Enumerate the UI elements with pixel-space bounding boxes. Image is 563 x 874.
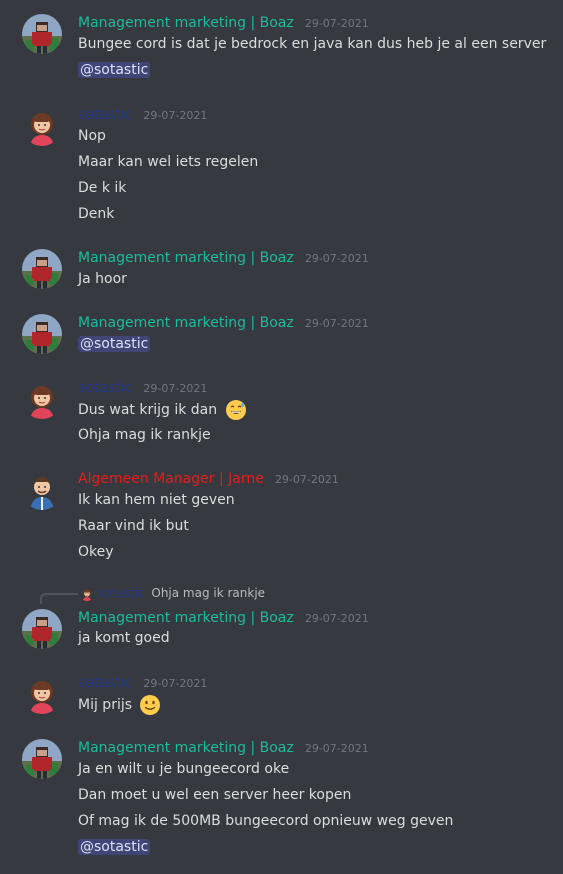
- reply-spine: [40, 593, 78, 604]
- avatar[interactable]: [22, 609, 62, 649]
- user-mention[interactable]: @sotastic: [78, 62, 151, 78]
- reply-preview[interactable]: sotastic Ohja mag ik rankje: [80, 585, 265, 601]
- username[interactable]: sotastic: [78, 380, 132, 396]
- avatar-image: [22, 106, 62, 146]
- chat-messages: Management marketing | Boaz 29-07-2021 B…: [0, 0, 563, 874]
- avatar-image: [22, 674, 62, 714]
- avatar-image: [22, 314, 62, 354]
- username[interactable]: sotastic: [78, 107, 132, 123]
- username[interactable]: Management marketing | Boaz: [78, 740, 294, 756]
- message-text: Okey: [78, 544, 114, 560]
- message-header: sotastic 29-07-2021: [78, 377, 207, 397]
- avatar[interactable]: [22, 249, 62, 289]
- avatar[interactable]: [22, 106, 62, 146]
- timestamp[interactable]: 29-07-2021: [305, 612, 369, 625]
- message-header: Management marketing | Boaz 29-07-2021: [78, 737, 369, 757]
- avatar-image: [22, 609, 62, 649]
- avatar[interactable]: [22, 379, 62, 419]
- message-text: Raar vind ik but: [78, 518, 189, 534]
- avatar-image: [22, 470, 62, 510]
- message-text: @sotastic: [78, 334, 151, 356]
- avatar-image: [22, 379, 62, 419]
- message-text: Dus wat krijg ik dan: [78, 399, 247, 421]
- timestamp[interactable]: 29-07-2021: [305, 317, 369, 330]
- username[interactable]: sotastic: [78, 675, 132, 691]
- message-text: Mij prijs: [78, 694, 161, 716]
- message-header: sotastic 29-07-2021: [78, 672, 207, 692]
- message-header: Management marketing | Boaz 29-07-2021: [78, 12, 369, 32]
- message-header: Management marketing | Boaz 29-07-2021: [78, 607, 369, 627]
- username[interactable]: Algemeen Manager | Jarne: [78, 471, 264, 487]
- message-header: Management marketing | Boaz 29-07-2021: [78, 247, 369, 267]
- avatar[interactable]: [22, 470, 62, 510]
- message-text: Denk: [78, 206, 115, 222]
- reply-avatar: [80, 586, 94, 601]
- message-text-content: Dus wat krijg ik dan: [78, 402, 218, 418]
- message-text: Ohja mag ik rankje: [78, 427, 211, 443]
- message-text: De k ik: [78, 180, 127, 196]
- message-text: @sotastic: [78, 60, 151, 82]
- timestamp[interactable]: 29-07-2021: [305, 17, 369, 30]
- avatar-image: [80, 586, 94, 601]
- timestamp[interactable]: 29-07-2021: [143, 677, 207, 690]
- username[interactable]: Management marketing | Boaz: [78, 610, 294, 626]
- avatar[interactable]: [22, 739, 62, 779]
- username[interactable]: Management marketing | Boaz: [78, 250, 294, 266]
- message-text: Of mag ik de 500MB bungeecord opnieuw we…: [78, 813, 454, 829]
- message-text: Ja en wilt u je bungeecord oke: [78, 761, 290, 777]
- avatar-image: [22, 14, 62, 54]
- message-text: Ja hoor: [78, 271, 127, 287]
- message-text: Nop: [78, 128, 106, 144]
- reply-author[interactable]: sotastic: [98, 586, 145, 600]
- timestamp[interactable]: 29-07-2021: [305, 252, 369, 265]
- message-header: sotastic 29-07-2021: [78, 104, 207, 124]
- timestamp[interactable]: 29-07-2021: [143, 382, 207, 395]
- timestamp[interactable]: 29-07-2021: [143, 109, 207, 122]
- avatar-image: [22, 249, 62, 289]
- slight-smile-emoji[interactable]: [139, 694, 161, 716]
- avatar-image: [22, 739, 62, 779]
- reply-text: Ohja mag ik rankje: [151, 586, 266, 600]
- message-text: Maar kan wel iets regelen: [78, 154, 259, 170]
- message-header: Algemeen Manager | Jarne 29-07-2021: [78, 468, 339, 488]
- timestamp[interactable]: 29-07-2021: [275, 473, 339, 486]
- username[interactable]: Management marketing | Boaz: [78, 315, 294, 331]
- avatar[interactable]: [22, 14, 62, 54]
- message-text: Dan moet u wel een server heer kopen: [78, 787, 352, 803]
- sweat-smile-emoji[interactable]: [225, 399, 247, 421]
- timestamp[interactable]: 29-07-2021: [305, 742, 369, 755]
- message-text-content: Mij prijs: [78, 697, 133, 713]
- user-mention[interactable]: @sotastic: [78, 839, 151, 855]
- message-header: Management marketing | Boaz 29-07-2021: [78, 312, 369, 332]
- message-text: ja komt goed: [78, 630, 170, 646]
- message-text: Ik kan hem niet geven: [78, 492, 235, 508]
- message-text: @sotastic: [78, 837, 151, 859]
- message-text: Bungee cord is dat je bedrock en java ka…: [78, 36, 547, 52]
- avatar[interactable]: [22, 314, 62, 354]
- avatar[interactable]: [22, 674, 62, 714]
- username[interactable]: Management marketing | Boaz: [78, 15, 294, 31]
- user-mention[interactable]: @sotastic: [78, 336, 151, 352]
